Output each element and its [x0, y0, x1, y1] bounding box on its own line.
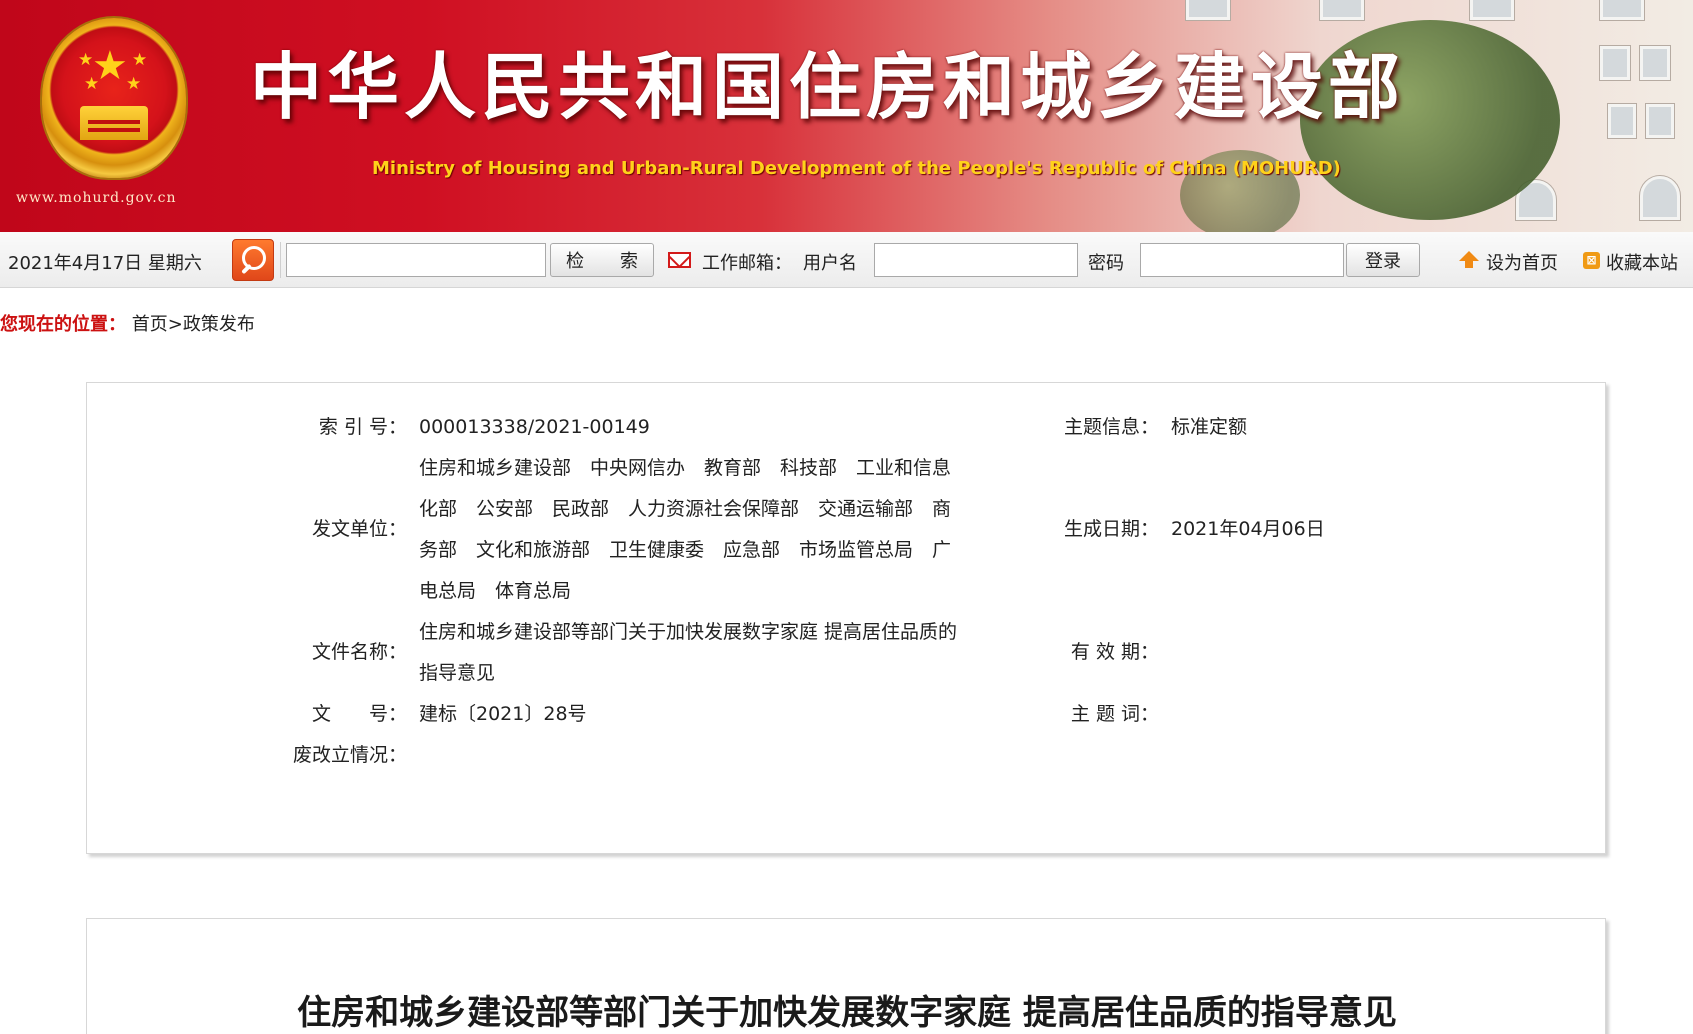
site-title-cn: 中华人民共和国住房和城乡建设部 [250, 44, 1406, 129]
index-no-label: 索 引 号： [318, 416, 407, 438]
small-star-icon: ★ [78, 50, 94, 70]
status-label: 废改立情况： [292, 744, 407, 766]
keywords-label: 主 题 词： [1070, 703, 1159, 725]
gen-date-label: 生成日期： [1063, 518, 1159, 540]
breadcrumb-current-link[interactable]: 政策发布 [183, 314, 255, 335]
index-no-value: 000013338/2021-00149 [419, 416, 650, 438]
doc-name-value: 住房和城乡建设部等部门关于加快发展数字家庭 提高居住品质的指导意见 [419, 621, 958, 684]
search-button[interactable]: 检 索 [550, 243, 654, 277]
home-icon [1459, 251, 1479, 268]
building-window [1186, 0, 1230, 20]
password-label: 密码 [1088, 253, 1124, 274]
building-window [1640, 46, 1670, 80]
topic-value: 标准定额 [1171, 416, 1248, 438]
national-emblem-icon: ★ ★ ★ ★ ★ [42, 18, 186, 178]
small-star-icon: ★ [126, 74, 142, 94]
username-input[interactable] [874, 243, 1078, 277]
toolbar-divider [280, 242, 281, 278]
tiananmen-gate-icon [80, 106, 148, 140]
document-info-panel: 索 引 号： 000013338/2021-00149 主题信息： 标准定额 发… [86, 382, 1606, 854]
topic-label: 主题信息： [1063, 416, 1159, 438]
small-star-icon: ★ [84, 74, 100, 94]
doc-no-label: 文 号： [311, 703, 407, 725]
validity-label: 有 效 期： [1070, 641, 1159, 663]
issuer-value: 住房和城乡建设部 中央网信办 教育部 科技部 工业和信息化部 公安部 民政部 人… [419, 457, 952, 602]
building-window [1470, 0, 1514, 20]
current-date: 2021年4月17日 星期六 [8, 253, 202, 274]
building-window [1320, 0, 1364, 20]
top-toolbar: 2021年4月17日 星期六 检 索 工作邮箱： 用户名 密码 登录 设为首页 … [0, 232, 1693, 288]
breadcrumb: 您现在的位置： 首页>政策发布 [0, 310, 255, 336]
doc-name-label: 文件名称： [311, 641, 407, 663]
site-title-en: Ministry of Housing and Urban-Rural Deve… [372, 158, 1341, 179]
bookmark-icon: ⊠ [1583, 252, 1600, 269]
gen-date-value: 2021年04月06日 [1171, 518, 1325, 540]
mail-icon [668, 252, 691, 268]
site-url: www.mohurd.gov.cn [16, 190, 177, 206]
bookmark-site-link[interactable]: 收藏本站 [1606, 249, 1678, 275]
article-panel: 住房和城乡建设部等部门关于加快发展数字家庭 提高居住品质的指导意见 [86, 918, 1606, 1034]
building-window [1600, 46, 1630, 80]
work-mail-label: 工作邮箱： [702, 253, 792, 274]
set-home-link[interactable]: 设为首页 [1486, 249, 1558, 275]
breadcrumb-prefix: 您现在的位置： [0, 314, 126, 335]
breadcrumb-separator: > [167, 314, 183, 335]
building-window [1646, 104, 1674, 138]
password-input[interactable] [1140, 243, 1344, 277]
breadcrumb-home-link[interactable]: 首页 [132, 314, 168, 335]
building-window [1608, 104, 1636, 138]
search-icon[interactable] [232, 239, 274, 281]
building-window [1640, 176, 1680, 220]
site-header-banner: ★ ★ ★ ★ ★ www.mohurd.gov.cn 中华人民共和国住房和城乡… [0, 0, 1693, 232]
building-window [1600, 0, 1644, 20]
issuer-label: 发文单位： [311, 518, 407, 540]
site-search-input[interactable] [286, 243, 546, 277]
username-label: 用户名 [803, 253, 857, 274]
doc-no-value: 建标〔2021〕28号 [419, 703, 587, 725]
article-title: 住房和城乡建设部等部门关于加快发展数字家庭 提高居住品质的指导意见 [297, 993, 1397, 1033]
small-star-icon: ★ [132, 50, 148, 70]
login-button[interactable]: 登录 [1346, 243, 1420, 277]
